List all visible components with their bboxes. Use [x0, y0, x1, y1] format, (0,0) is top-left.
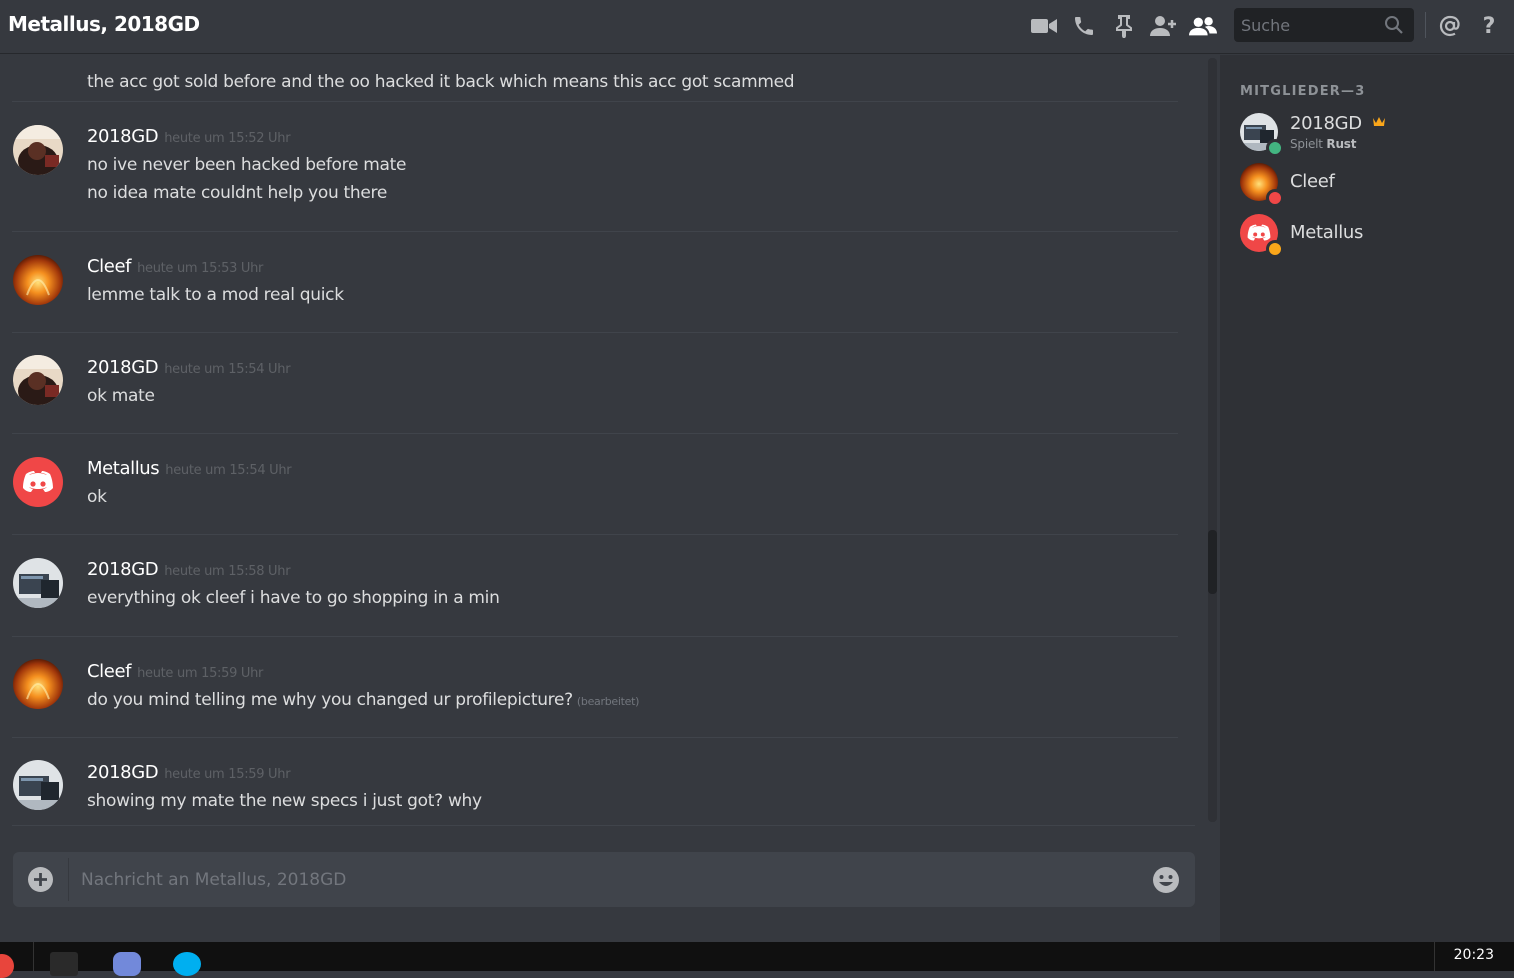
activity-game: Rust	[1326, 137, 1357, 151]
message-timestamp: heute um 15:52 Uhr	[164, 131, 291, 146]
message-author[interactable]: Cleef	[87, 256, 131, 277]
discord-taskbar-icon[interactable]	[113, 952, 141, 976]
status-dnd-indicator	[1266, 189, 1284, 207]
app-icon[interactable]	[50, 952, 78, 976]
avatar[interactable]	[13, 558, 63, 608]
message-text: ok mate	[87, 386, 155, 406]
member-item-metallus[interactable]: Metallus	[1240, 212, 1510, 258]
pin-icon[interactable]	[1110, 12, 1138, 40]
avatar[interactable]	[13, 255, 63, 305]
avatar[interactable]	[13, 355, 63, 405]
chat-header: Metallus, 2018GD ?	[0, 0, 1514, 54]
os-taskbar: 20:23	[0, 942, 1514, 978]
message-text: the acc got sold before and the oo hacke…	[87, 72, 795, 92]
message-author[interactable]: Metallus	[87, 458, 160, 479]
member-item-2018gd[interactable]: 2018GD Spielt Rust	[1240, 111, 1510, 157]
help-icon[interactable]: ?	[1475, 12, 1503, 40]
message-text: no idea mate couldnt help you there	[87, 183, 388, 203]
discord-logo-icon	[23, 471, 53, 492]
avatar[interactable]	[13, 659, 63, 709]
composer-divider-vertical	[68, 858, 69, 901]
message-timestamp: heute um 15:59 Uhr	[164, 767, 291, 782]
member-list: MITGLIEDER—3 2018GD Spielt Rust Cleef Me…	[1220, 55, 1514, 942]
upload-plus-icon[interactable]	[27, 866, 54, 893]
header-divider	[1425, 12, 1426, 38]
status-online-indicator	[1266, 139, 1284, 157]
chrome-icon[interactable]	[0, 954, 14, 978]
activity-prefix: Spielt	[1290, 137, 1323, 151]
message-author[interactable]: 2018GD	[87, 762, 159, 783]
taskbar-divider	[33, 942, 34, 971]
avatar[interactable]	[13, 457, 63, 507]
scrollbar-track[interactable]	[1208, 58, 1217, 822]
search-input[interactable]	[1241, 8, 1381, 42]
voice-call-icon[interactable]	[1070, 12, 1098, 40]
member-name: Cleef	[1290, 171, 1335, 192]
message-timestamp: heute um 15:54 Uhr	[165, 463, 292, 478]
message-text: everything ok cleef i have to go shoppin…	[87, 588, 500, 608]
message-author[interactable]: 2018GD	[87, 559, 159, 580]
message-group: Cleef heute um 15:53 Uhr lemme talk to a …	[0, 232, 1180, 333]
message-author[interactable]: 2018GD	[87, 357, 159, 378]
member-name: Metallus	[1290, 222, 1364, 243]
message-group: Metallus heute um 15:54 Uhr ok	[0, 434, 1180, 535]
emoji-icon[interactable]	[1152, 866, 1180, 894]
skype-icon[interactable]	[173, 952, 201, 976]
message-content: do you mind telling me why you changed u…	[87, 690, 573, 710]
message-text: do you mind telling me why you changed u…	[87, 690, 639, 710]
message-input[interactable]	[81, 862, 1131, 898]
message-group: 2018GD heute um 15:58 Uhr everything ok c…	[0, 535, 1180, 637]
message-group: 2018GD heute um 15:54 Uhr ok mate	[0, 333, 1180, 434]
message-timestamp: heute um 15:53 Uhr	[137, 261, 264, 276]
message-text: lemme talk to a mod real quick	[87, 285, 344, 305]
message-list: the acc got sold before and the oo hacke…	[0, 55, 1208, 829]
taskbar-divider	[1434, 942, 1435, 971]
scrollbar-thumb[interactable]	[1208, 530, 1217, 594]
message-text: showing my mate the new specs i just got…	[87, 791, 482, 811]
avatar[interactable]	[13, 125, 63, 175]
add-friend-icon[interactable]	[1149, 12, 1177, 40]
search-box[interactable]	[1234, 8, 1414, 42]
message-group: the acc got sold before and the oo hacke…	[0, 55, 1180, 102]
member-item-cleef[interactable]: Cleef	[1240, 161, 1510, 207]
clock[interactable]: 20:23	[1454, 947, 1494, 963]
message-timestamp: heute um 15:58 Uhr	[164, 564, 291, 579]
video-call-icon[interactable]	[1030, 12, 1058, 40]
member-name: 2018GD	[1290, 113, 1362, 134]
avatar[interactable]	[13, 760, 63, 810]
composer-divider	[12, 825, 1195, 826]
message-composer	[13, 852, 1195, 907]
crown-icon	[1372, 112, 1386, 133]
message-timestamp: heute um 15:59 Uhr	[137, 666, 264, 681]
members-icon[interactable]	[1189, 12, 1217, 40]
message-group: 2018GD heute um 15:52 Uhr no ive never be…	[0, 102, 1180, 232]
message-timestamp: heute um 15:54 Uhr	[164, 362, 291, 377]
status-idle-indicator	[1266, 240, 1284, 258]
message-text: ok	[87, 487, 107, 507]
message-group: 2018GD heute um 15:59 Uhr showing my mate…	[0, 738, 1180, 826]
search-icon	[1384, 15, 1404, 35]
edited-label: (bearbeitet)	[576, 695, 640, 708]
channel-title: Metallus, 2018GD	[8, 12, 200, 36]
mention-icon[interactable]	[1436, 12, 1464, 40]
member-list-header: MITGLIEDER—3	[1240, 84, 1366, 99]
message-group: Cleef heute um 15:59 Uhr do you mind tell…	[0, 637, 1180, 738]
message-author[interactable]: Cleef	[87, 661, 131, 682]
message-author[interactable]: 2018GD	[87, 126, 159, 147]
message-text: no ive never been hacked before mate	[87, 155, 407, 175]
